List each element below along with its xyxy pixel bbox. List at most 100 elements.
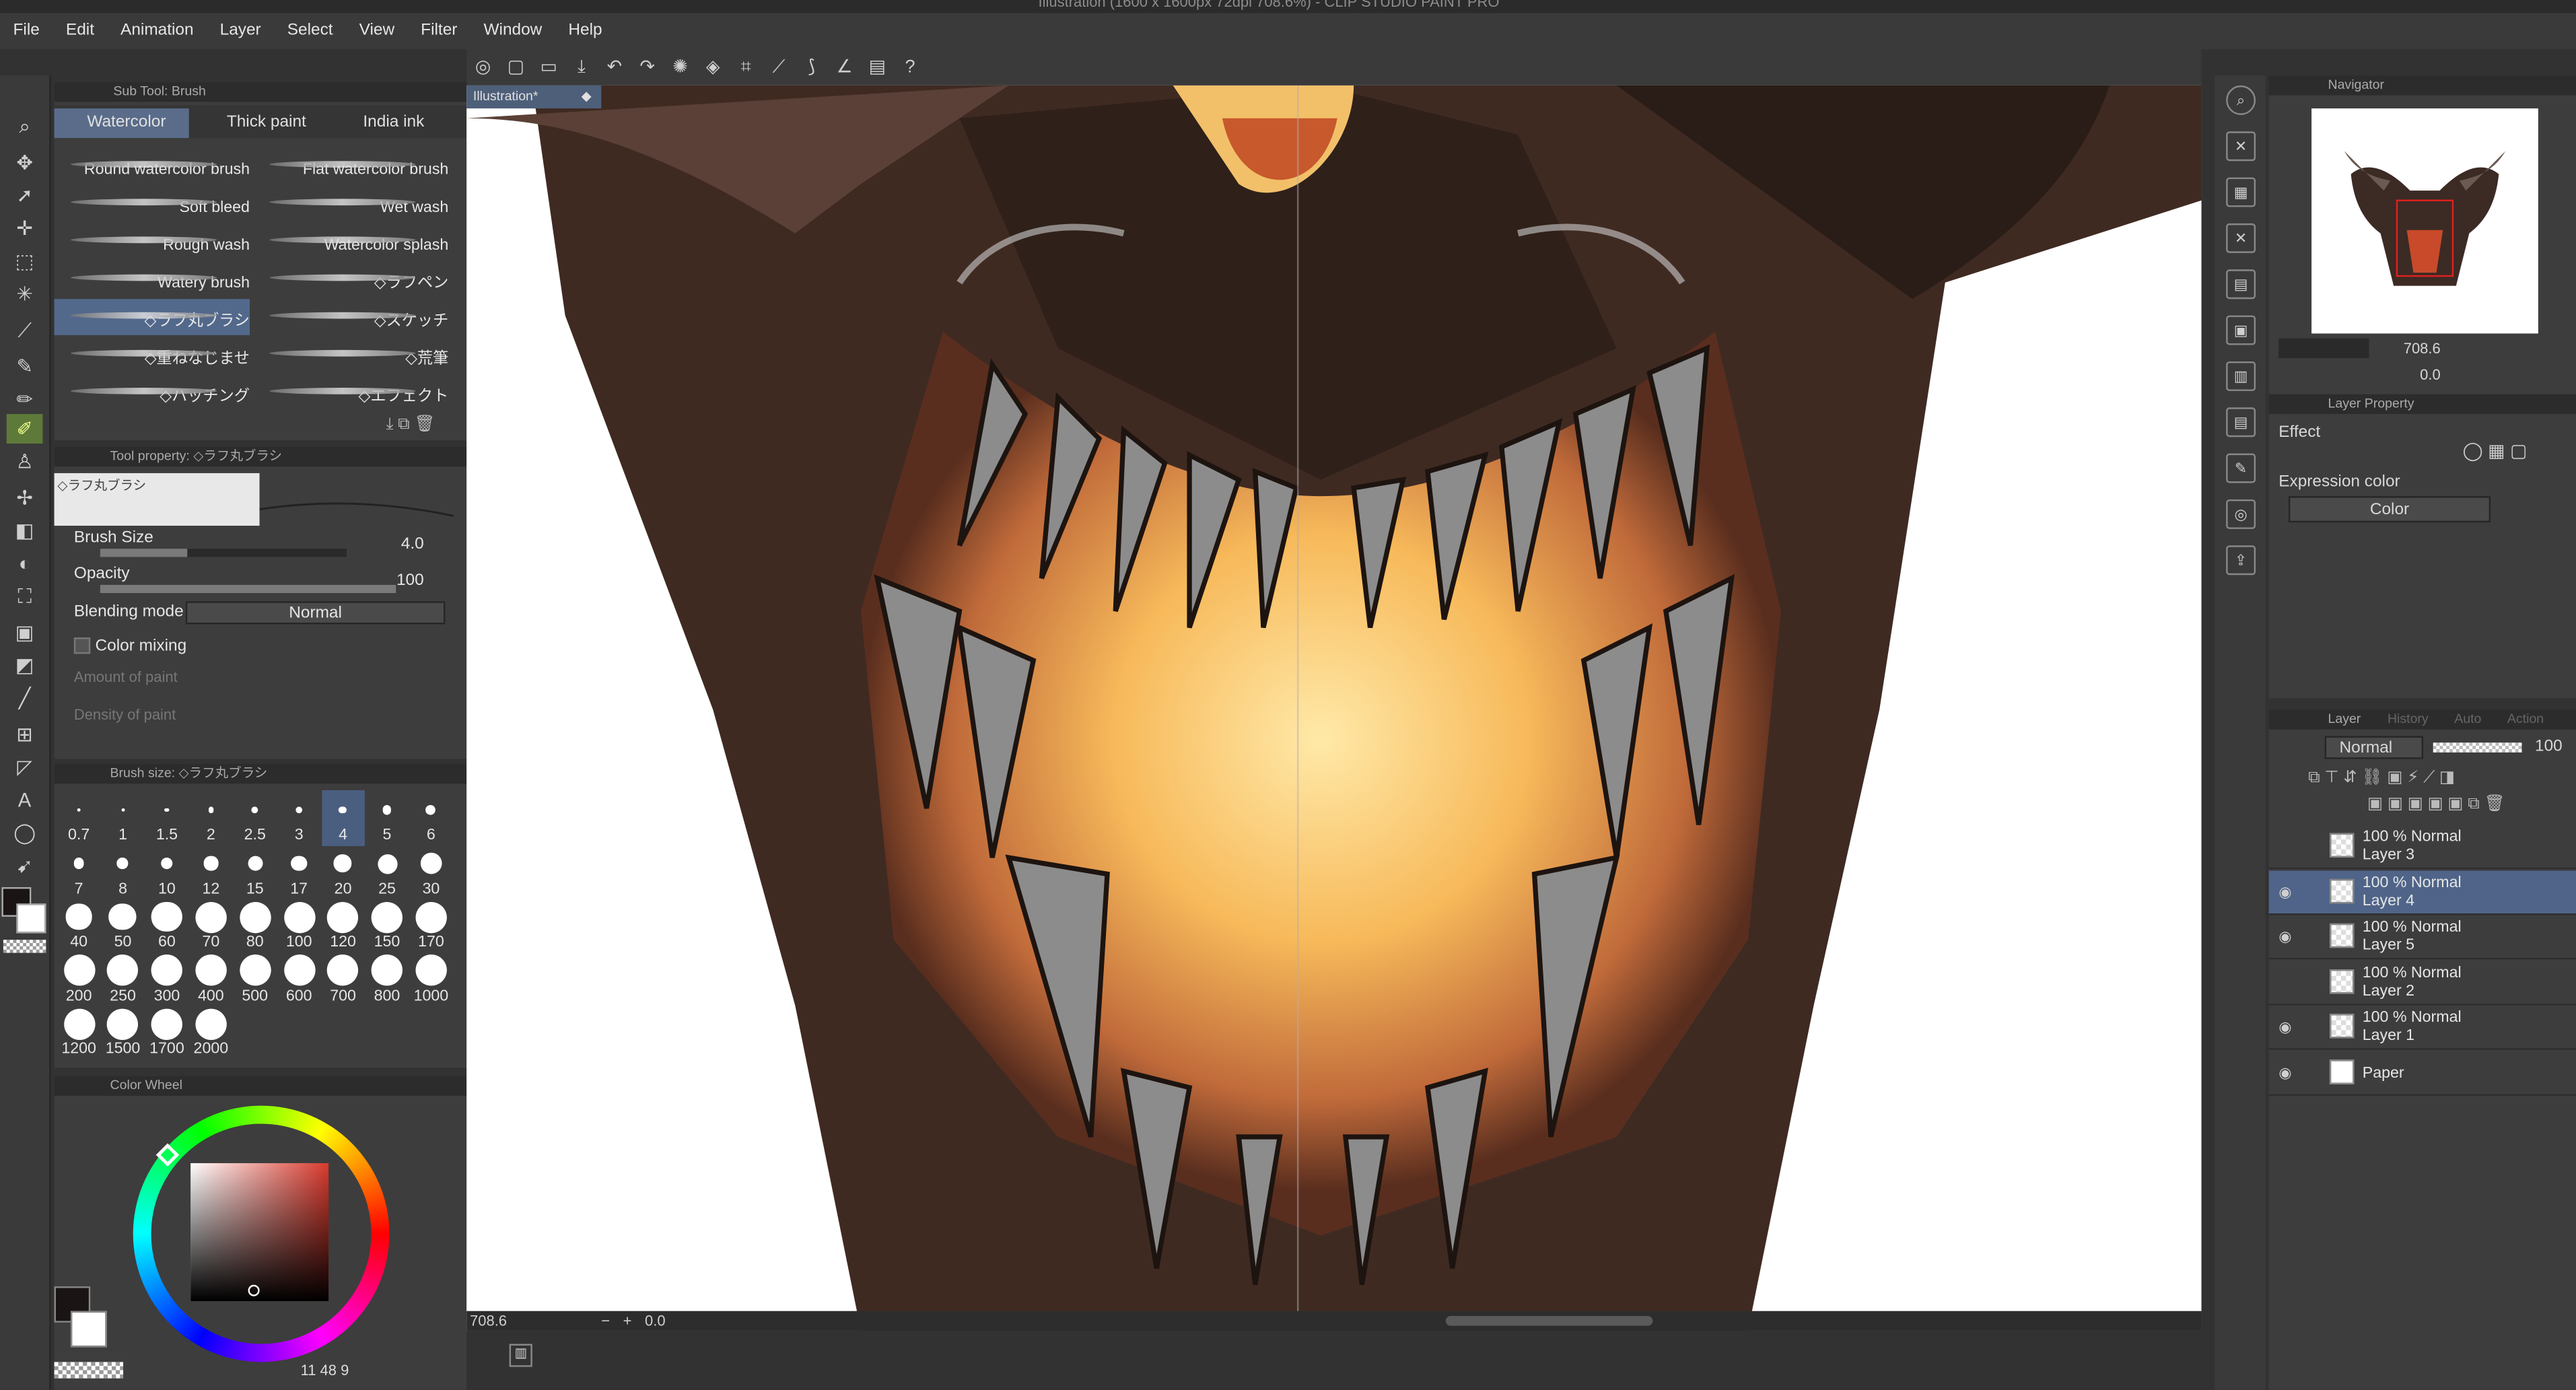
open-file-icon[interactable]: ▭ [536, 55, 562, 81]
menu-edit[interactable]: Edit [53, 13, 107, 50]
close-tab-icon[interactable]: ◆ [582, 85, 602, 108]
horizontal-scrollbar[interactable] [1445, 1316, 1653, 1326]
brush-rough[interactable]: ◇荒筆 [253, 337, 448, 373]
blend-icon[interactable]: ◐ [7, 549, 43, 578]
layer-opacity-slider[interactable] [2433, 742, 2522, 753]
brush-size-option[interactable]: 1500 [102, 1004, 144, 1059]
effect-icons[interactable]: ◯ ▦ ▢ [2463, 440, 2528, 462]
layer-visibility-icon[interactable] [2275, 973, 2295, 989]
layer-row[interactable]: 100 % Normal Layer 3 [2268, 825, 2576, 870]
help-icon[interactable]: ? [897, 55, 924, 81]
gradient-icon[interactable]: ▣ [7, 618, 43, 648]
menu-filter[interactable]: Filter [408, 13, 471, 50]
tab-watercolor[interactable]: Watercolor [54, 108, 189, 139]
balloon-icon[interactable]: ◯ [7, 818, 43, 847]
auto-select-icon[interactable]: ✳ [7, 279, 43, 309]
brush-round-watercolor[interactable]: Round watercolor brush [55, 148, 250, 184]
brush-size-option[interactable]: 500 [234, 950, 276, 1006]
command-icon-4[interactable]: ▤ [2226, 269, 2256, 300]
brush-size-option[interactable]: 200 [57, 950, 100, 1006]
brush-rough-round[interactable]: ◇ラフ丸ブラシ [54, 299, 250, 335]
layer-row[interactable]: ◉ 100 % Normal Layer 1 [2268, 1006, 2576, 1050]
brush-size-option[interactable]: 7 [57, 843, 100, 899]
settings-icon[interactable]: ▤ [864, 55, 891, 81]
move-layer-icon[interactable]: ✛ [7, 213, 43, 243]
redo-icon[interactable]: ↷ [634, 55, 660, 81]
zoom-in-icon[interactable]: + [623, 1313, 632, 1329]
command-icon-5[interactable]: ▣ [2226, 315, 2256, 345]
brush-size-slider[interactable] [100, 549, 347, 557]
brush-size-option[interactable]: 30 [410, 843, 452, 899]
brush-size-option[interactable]: 2.5 [234, 790, 276, 846]
command-icon-7[interactable]: ▤ [2226, 407, 2256, 438]
brush-size-option[interactable]: 8 [102, 843, 144, 899]
brush-size-option[interactable]: 150 [365, 897, 408, 953]
brush-icon[interactable]: ✐ [6, 414, 43, 444]
layer-visibility-icon[interactable]: ◉ [2275, 1064, 2295, 1080]
zoom-readout[interactable]: 708.6 [470, 1313, 568, 1329]
layer-visibility-icon[interactable]: ◉ [2275, 928, 2295, 944]
navigator-zoom[interactable]: 708.6 [2404, 340, 2441, 356]
brush-soft-bleed[interactable]: Soft bleed [55, 186, 250, 222]
layer-row[interactable]: ◉ 100 % Normal Layer 4 [2268, 870, 2576, 915]
menu-layer[interactable]: Layer [207, 13, 274, 50]
brush-flat-watercolor[interactable]: Flat watercolor brush [253, 148, 448, 184]
zoom-icon[interactable]: ⌕ [7, 112, 43, 141]
brush-size-option[interactable]: 5 [365, 790, 408, 846]
brush-size-option[interactable]: 120 [322, 897, 364, 953]
pencil-icon[interactable]: ✏ [7, 384, 43, 414]
menu-file[interactable]: File [0, 13, 53, 50]
brush-size-option[interactable]: 400 [190, 950, 232, 1006]
menu-help[interactable]: Help [555, 13, 615, 50]
tab-india-ink[interactable]: India ink [330, 108, 446, 138]
layer-row[interactable]: ◉ Paper [2268, 1051, 2576, 1095]
selection-icon[interactable]: ⬚ [7, 246, 43, 276]
command-icon-2[interactable]: ▦ [2226, 177, 2256, 207]
layout-icon[interactable]: ▥ [509, 1344, 532, 1367]
opacity-slider[interactable] [100, 584, 396, 594]
layer-visibility-icon[interactable]: ◉ [2275, 1018, 2295, 1035]
fill-bucket-icon[interactable]: ⛶ [7, 582, 43, 611]
brush-size-option[interactable]: 2 [190, 790, 232, 846]
command-icon-8[interactable]: ✎ [2226, 453, 2256, 483]
fill-icon[interactable]: ◈ [700, 55, 726, 81]
clear-icon[interactable]: ✺ [667, 55, 693, 81]
brush-size-option[interactable]: 0.7 [57, 790, 100, 846]
canvas-area[interactable] [466, 85, 2202, 1331]
document-tab[interactable]: Illustration* ◆ [466, 85, 602, 109]
transparent-chip[interactable] [54, 1362, 124, 1379]
brush-rough-pen[interactable]: ◇ラフペン [253, 261, 448, 298]
layer-opacity-value[interactable]: 100 [2535, 738, 2563, 756]
layer-blend-select[interactable]: Normal [2324, 736, 2424, 759]
brush-size-option[interactable]: 1000 [410, 950, 452, 1006]
brush-size-option[interactable]: 4 [321, 790, 365, 846]
brush-size-option[interactable]: 17 [277, 843, 320, 899]
decoration-icon[interactable]: ✢ [7, 483, 43, 513]
snap-special-icon[interactable]: ⟆ [798, 55, 825, 81]
brush-size-option[interactable]: 50 [102, 897, 144, 953]
search-icon[interactable]: ⌕ [2226, 85, 2256, 115]
tab-thick-paint[interactable]: Thick paint [194, 108, 325, 138]
subtool-action-icons[interactable]: ⤓ ⧉ 🗑 [386, 415, 436, 433]
layer-action-icons[interactable]: ▣ ▣ ▣ ▣ ▣ ⧉ 🗑 [2367, 795, 2505, 813]
menu-window[interactable]: Window [471, 13, 555, 50]
command-icon-1[interactable]: ✕ [2226, 131, 2256, 162]
brush-size-option[interactable]: 25 [365, 843, 408, 899]
ruler-icon[interactable]: ∠ [831, 55, 858, 81]
text-icon[interactable]: A [7, 786, 43, 815]
sub-color-swatch[interactable] [16, 903, 46, 934]
navigator-zoom-slider[interactable] [2278, 338, 2369, 359]
figure-icon[interactable]: ╱ [7, 683, 43, 713]
brush-size-option[interactable]: 10 [145, 843, 188, 899]
brush-sketch[interactable]: ◇スケッチ [253, 299, 448, 335]
hand-icon[interactable]: ✥ [7, 148, 43, 178]
brush-size-option[interactable]: 600 [277, 950, 320, 1006]
brush-size-option[interactable]: 800 [365, 950, 408, 1006]
brush-wet-wash[interactable]: Wet wash [253, 186, 448, 222]
eraser-icon[interactable]: ◧ [7, 516, 43, 545]
command-icon-10[interactable]: ⇪ [2226, 545, 2256, 576]
brush-size-option[interactable]: 1700 [145, 1004, 188, 1059]
gradient-fill-icon[interactable]: ◩ [7, 651, 43, 681]
opacity-value[interactable]: 100 [396, 571, 424, 590]
operation-icon[interactable]: ➚ [7, 180, 43, 210]
